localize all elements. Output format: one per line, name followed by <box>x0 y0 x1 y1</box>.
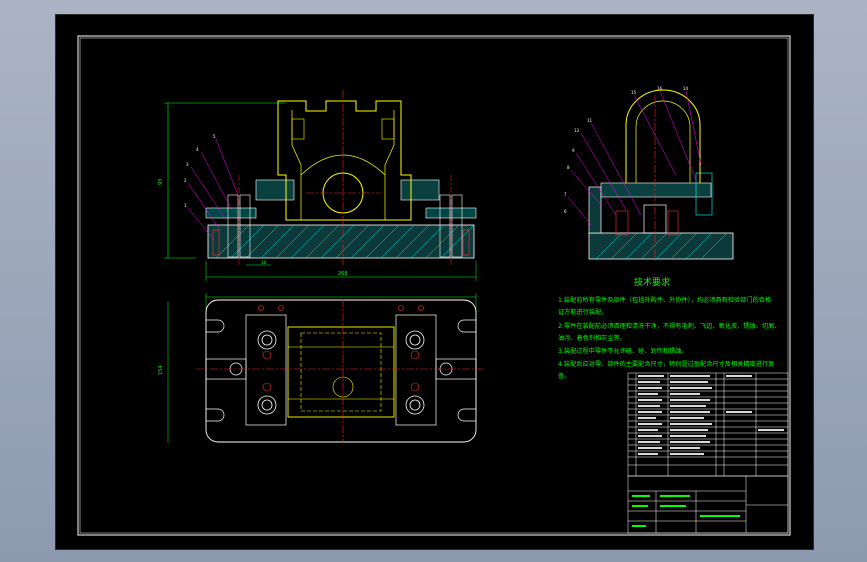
svg-text:5: 5 <box>213 134 216 139</box>
svg-text:11: 11 <box>587 118 593 123</box>
svg-text:2: 2 <box>184 178 187 183</box>
svg-text:6: 6 <box>564 209 567 214</box>
svg-text:1: 1 <box>184 203 187 208</box>
svg-text:16: 16 <box>657 86 663 91</box>
svg-text:268: 268 <box>338 271 348 277</box>
top-view: 154 <box>158 293 486 443</box>
title-block <box>627 475 789 534</box>
svg-text:18: 18 <box>261 260 267 265</box>
svg-text:15: 15 <box>631 90 637 95</box>
tech-req-title: 技术要求 <box>634 276 670 288</box>
tech-req-line-3: 2.零件在装配前必须清理和清洗干净，不得有毛刺、飞边、氧化皮、锈蚀、切屑、 <box>558 322 780 330</box>
svg-text:8: 8 <box>567 165 570 170</box>
svg-text:9: 9 <box>572 148 575 153</box>
tech-req-line-4: 油污、着色剂和灰尘等。 <box>558 334 626 342</box>
tech-req-line-1: 1.装配前所有零件及部件（包括外购件、外协件），均必须具有检验部门的合格 <box>558 296 772 304</box>
svg-text:14: 14 <box>683 86 689 91</box>
sheet-outer-border <box>77 35 791 536</box>
svg-text:13: 13 <box>574 128 580 133</box>
tech-req-line-2: 证方能进行装配。 <box>558 308 608 316</box>
cad-drawing-sheet: 93 268 18 54 32 1 154 1516 14 1311 98 76… <box>77 35 791 536</box>
side-view: 15 16 14 13 11 9 8 7 6 <box>564 86 734 263</box>
technical-requirements: 技术要求 1.装配前所有零件及部件（包括外购件、外协件），均必须具有检验部门的合… <box>558 276 780 380</box>
cad-drawing-viewport[interactable]: 93 268 18 5 4 3 2 1 154 15 16 14 13 11 9… <box>55 14 814 550</box>
svg-text:93: 93 <box>158 179 164 185</box>
tech-req-line-5: 3.装配过程中零件不允许磕、碰、划伤和锈蚀。 <box>558 347 688 355</box>
svg-text:154: 154 <box>158 365 164 375</box>
sheet-inner-border <box>79 37 789 534</box>
tech-req-line-6: 4.装配后应对零、部件的主要配合尺寸，特别是过盈配合尺寸及相关精度进行复 <box>558 360 774 368</box>
svg-text:4: 4 <box>196 147 199 152</box>
front-view: 93 268 18 54 32 1 <box>158 90 477 281</box>
svg-text:7: 7 <box>564 192 567 197</box>
tech-req-line-7: 查。 <box>558 372 570 380</box>
svg-text:3: 3 <box>186 162 189 167</box>
